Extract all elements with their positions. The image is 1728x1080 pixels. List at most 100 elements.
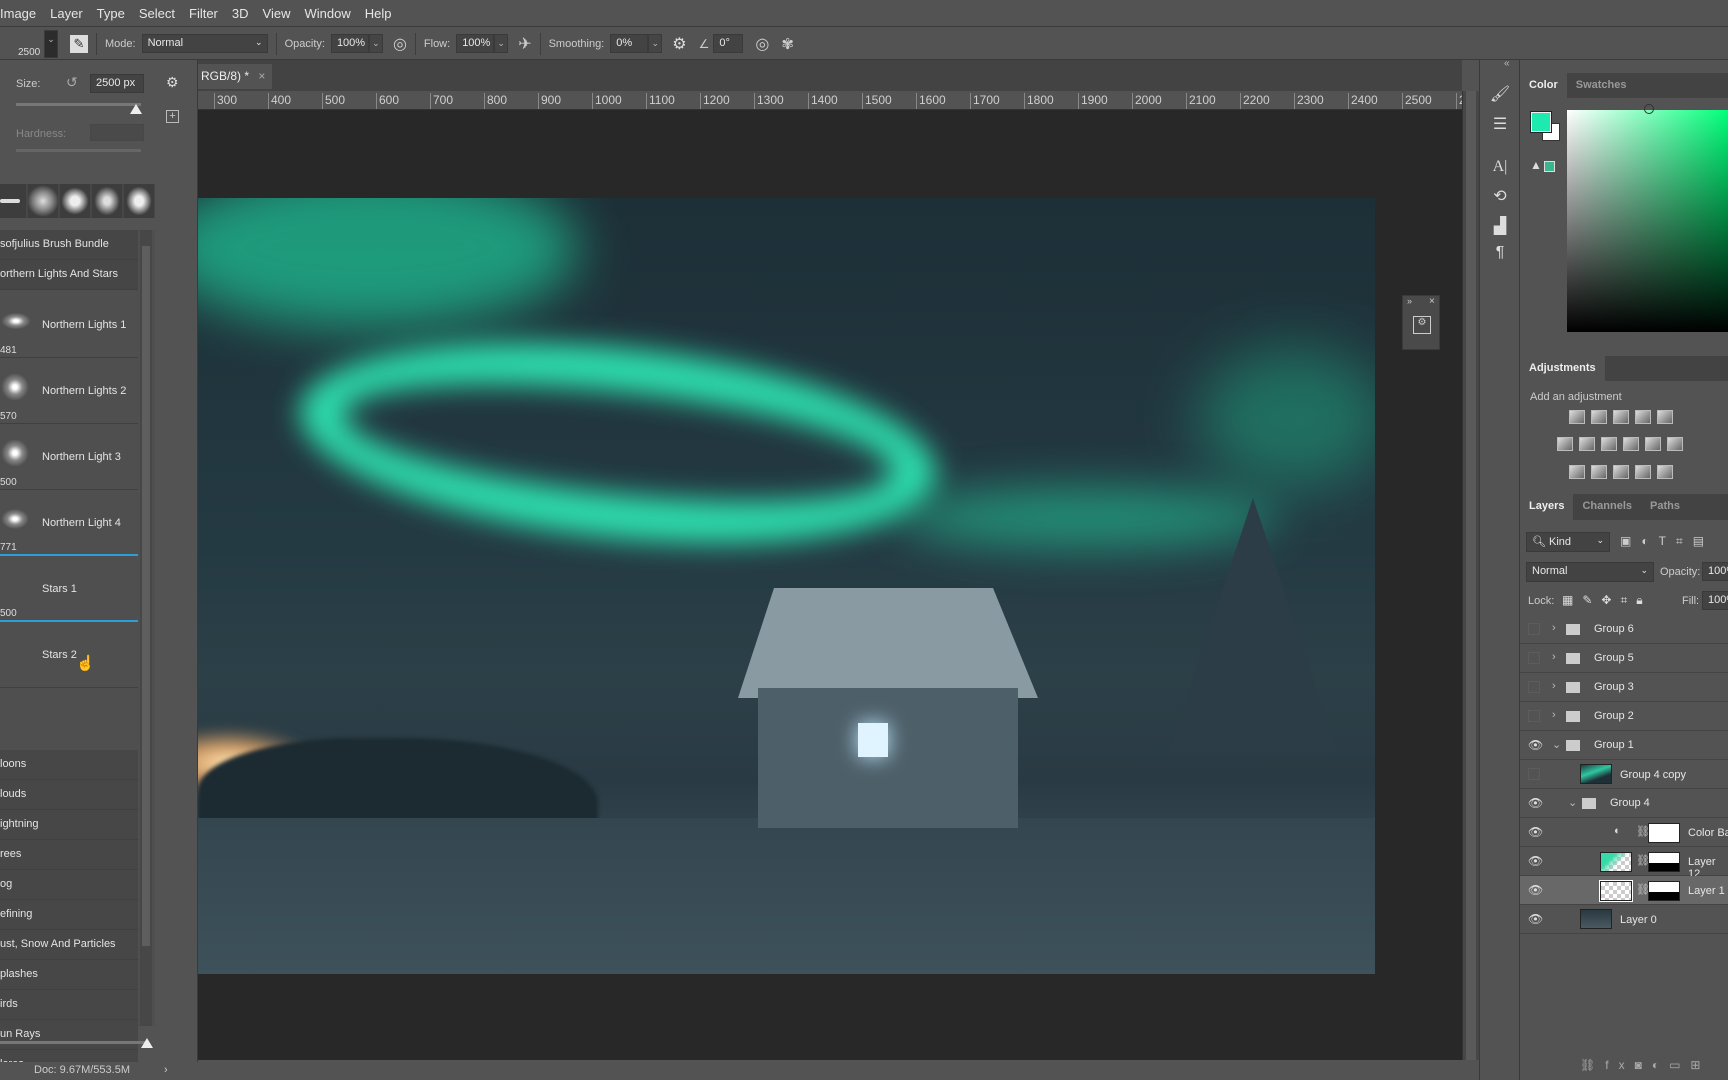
visibility-toggle[interactable] [1528, 652, 1540, 664]
color-lookup-icon[interactable] [1667, 437, 1683, 451]
brush-preset-picker[interactable]: 2500 [14, 29, 44, 59]
layer-thumbnail[interactable] [1600, 852, 1632, 872]
tab-channels[interactable]: Channels [1573, 494, 1641, 520]
history-icon[interactable]: ⟲ [1488, 186, 1512, 208]
threshold-icon[interactable] [1613, 465, 1629, 479]
lock-all-icon[interactable]: 🔒︎ [1636, 593, 1651, 607]
visibility-toggle[interactable] [1528, 623, 1540, 635]
collapse-panels-icon[interactable]: « [1504, 58, 1510, 69]
vertical-scrollbar[interactable] [1462, 91, 1479, 1060]
flow-input[interactable]: 100% [456, 34, 495, 53]
add-mask-icon[interactable]: ◙ [1635, 1058, 1652, 1072]
recent-brush-4[interactable] [92, 184, 122, 218]
lock-transparency-icon[interactable]: ▦ [1562, 593, 1582, 607]
histogram-icon[interactable]: ▟ [1488, 216, 1512, 238]
color-picker-field[interactable] [1567, 110, 1728, 332]
new-layer-icon[interactable]: ⊞ [1690, 1058, 1710, 1072]
color-picker-cursor[interactable] [1644, 104, 1654, 114]
menu-view[interactable]: View [263, 6, 291, 21]
chevron-down-icon[interactable]: ⌄ [1552, 738, 1561, 751]
brush-folder[interactable]: rees [0, 840, 138, 870]
chevron-down-icon[interactable]: ⌄ [1568, 796, 1577, 809]
brush-folder[interactable]: ightning [0, 810, 138, 840]
visibility-toggle[interactable] [1528, 768, 1540, 780]
smoothing-dropdown[interactable]: ⌄ [648, 34, 663, 53]
brush-folder[interactable]: un Rays [0, 1020, 138, 1050]
eye-visibility-icon[interactable]: 👁︎ [1528, 883, 1543, 897]
brush-folder[interactable]: loons [0, 750, 138, 780]
scroll-thumb[interactable] [1466, 91, 1476, 1060]
preview-slider-track[interactable] [0, 1041, 146, 1044]
opacity-dropdown[interactable]: ⌄ [368, 34, 383, 53]
eye-visibility-icon[interactable]: 👁︎ [1528, 825, 1543, 839]
tab-color[interactable]: Color [1520, 73, 1567, 98]
close-tab-icon[interactable]: × [258, 69, 265, 83]
brush-list-scrollbar[interactable] [140, 230, 152, 1026]
layer-mask-thumbnail[interactable] [1648, 823, 1680, 843]
foreground-color-swatch[interactable] [1530, 111, 1552, 133]
brushes-panel-icon[interactable]: 🖌 [1488, 84, 1512, 106]
pressure-size-icon[interactable]: ◎ [755, 34, 769, 54]
brush-folder[interactable]: louds [0, 780, 138, 810]
channel-mixer-icon[interactable] [1645, 437, 1661, 451]
angle-input[interactable]: 0° [713, 34, 744, 53]
chevron-right-icon[interactable]: › [1552, 622, 1556, 634]
hue-saturation-icon[interactable] [1557, 437, 1573, 451]
layer-row[interactable]: › Group 6 [1520, 615, 1728, 644]
brush-item[interactable]: Northern Light 3 500 [0, 424, 138, 490]
layer-row[interactable]: 👁︎ Layer 0 [1520, 905, 1728, 934]
gamut-warning-icon[interactable]: ▲ [1530, 158, 1542, 172]
flow-dropdown[interactable]: ⌄ [494, 34, 509, 53]
size-input[interactable]: 2500 px [90, 74, 144, 93]
invert-icon[interactable] [1569, 465, 1585, 479]
brush-settings-toggle-icon[interactable]: ✎ [70, 34, 88, 53]
properties-icon[interactable]: ⚙ [1413, 316, 1431, 334]
layer-row[interactable]: 👁︎ ⛓ Layer 1 [1520, 876, 1728, 905]
recent-brush-soft-round[interactable] [28, 184, 58, 218]
layer-thumbnail[interactable] [1599, 880, 1633, 902]
lock-artboard-icon[interactable]: ⌗ [1620, 593, 1636, 607]
menu-filter[interactable]: Filter [189, 6, 218, 21]
fill-input[interactable]: 100% [1702, 591, 1728, 610]
size-slider-track[interactable] [16, 103, 141, 106]
lock-pixels-brush-icon[interactable]: ✎ [1582, 593, 1601, 607]
layer-mask-thumbnail[interactable] [1648, 852, 1680, 872]
brush-folder-northern-lights[interactable]: orthern Lights And Stars [0, 260, 138, 290]
brush-settings-icon[interactable]: ☰ [1488, 114, 1512, 136]
layer-row[interactable]: Group 4 copy [1520, 760, 1728, 789]
symmetry-butterfly-icon[interactable]: ✾ [781, 35, 794, 53]
eye-visibility-icon[interactable]: 👁︎ [1528, 854, 1543, 868]
paragraph-icon[interactable]: ¶ [1488, 244, 1512, 266]
brightness-contrast-icon[interactable] [1569, 410, 1585, 424]
layer-opacity-input[interactable]: 100% [1702, 562, 1728, 581]
brush-folder[interactable]: plashes [0, 960, 138, 990]
menu-3d[interactable]: 3D [232, 6, 249, 21]
opacity-input[interactable]: 100% [330, 34, 369, 53]
posterize-icon[interactable] [1591, 465, 1607, 479]
fx-icon[interactable]: fx [1605, 1058, 1634, 1072]
brush-item[interactable]: Northern Light 4 771 [0, 490, 138, 556]
status-chevron-icon[interactable]: › [164, 1064, 168, 1076]
brush-folder[interactable]: ust, Snow And Particles [0, 930, 138, 960]
menu-type[interactable]: Type [97, 6, 125, 21]
pressure-opacity-icon[interactable]: ◎ [393, 34, 407, 54]
brush-folder[interactable]: irds [0, 990, 138, 1020]
new-adjustment-icon[interactable]: ◐ [1652, 1058, 1669, 1072]
chevron-right-icon[interactable]: › [1552, 651, 1556, 663]
tab-adjustments[interactable]: Adjustments [1520, 356, 1605, 381]
preview-slider-handle[interactable] [141, 1038, 153, 1048]
layer-row[interactable]: › Group 2 [1520, 702, 1728, 731]
brush-folder[interactable]: efining [0, 900, 138, 930]
visibility-toggle[interactable] [1528, 681, 1540, 693]
recent-brush-1[interactable] [0, 184, 26, 218]
new-group-icon[interactable]: ▭ [1669, 1058, 1690, 1072]
filter-pixel-icon[interactable]: ▣ [1620, 534, 1641, 548]
tab-swatches[interactable]: Swatches [1567, 73, 1636, 98]
levels-icon[interactable] [1591, 410, 1607, 424]
filter-adjustment-icon[interactable]: ◐ [1641, 534, 1658, 548]
black-white-icon[interactable] [1601, 437, 1617, 451]
layer-row[interactable]: › Group 3 [1520, 673, 1728, 702]
close-icon[interactable]: × [1429, 296, 1435, 307]
recent-brush-5[interactable] [124, 184, 154, 218]
menu-select[interactable]: Select [139, 6, 175, 21]
